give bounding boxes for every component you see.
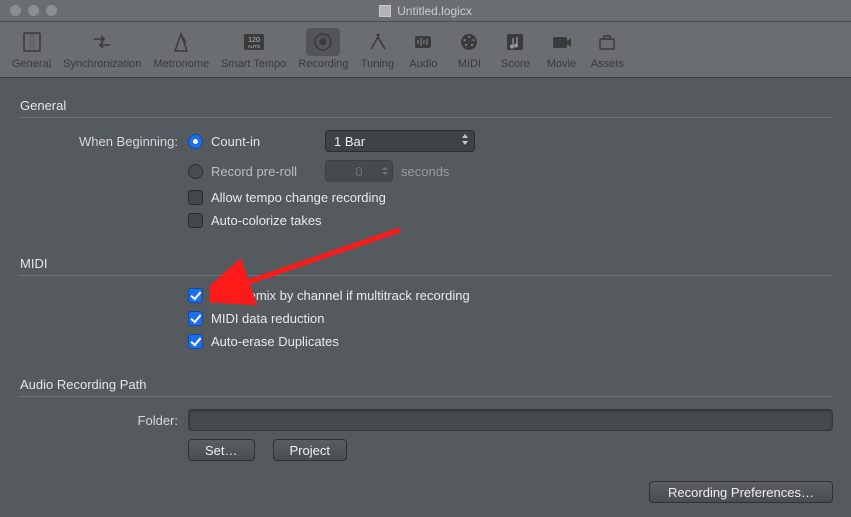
midi-reduction-checkbox[interactable]	[188, 311, 203, 326]
auto-demix-checkbox[interactable]	[188, 288, 203, 303]
tab-midi[interactable]: MIDI	[448, 26, 490, 72]
traffic-lights	[10, 5, 57, 16]
stepper-value: 0	[355, 164, 362, 179]
tab-label: Score	[501, 58, 530, 70]
folder-label: Folder:	[18, 413, 188, 428]
tab-movie[interactable]: Movie	[540, 26, 582, 72]
section-title-audio-path: Audio Recording Path	[20, 377, 831, 392]
tab-audio[interactable]: Audio	[402, 26, 444, 72]
folder-field[interactable]	[188, 409, 833, 431]
score-icon	[504, 31, 526, 53]
tab-label: Recording	[298, 58, 348, 70]
titlebar: Untitled.logicx	[0, 0, 851, 22]
set-button[interactable]: Set…	[188, 439, 255, 461]
midi-icon	[458, 31, 480, 53]
tab-label: Tuning	[361, 58, 394, 70]
pre-roll-unit: seconds	[401, 164, 449, 179]
section-title-general: General	[20, 98, 831, 113]
allow-tempo-change-checkbox[interactable]	[188, 190, 203, 205]
when-beginning-label: When Beginning:	[18, 134, 188, 149]
minimize-button[interactable]	[28, 5, 39, 16]
tab-label: Audio	[409, 58, 437, 70]
auto-erase-label: Auto-erase Duplicates	[211, 334, 339, 349]
tab-label: Metronome	[153, 58, 209, 70]
tab-label: MIDI	[458, 58, 481, 70]
pre-roll-radio[interactable]	[188, 164, 203, 179]
window-title-text: Untitled.logicx	[397, 4, 472, 18]
movie-icon	[550, 31, 572, 53]
pre-roll-stepper[interactable]: 0	[325, 160, 393, 182]
section-general: When Beginning: Count-in 1 Bar Record pr…	[18, 117, 833, 250]
tuning-icon	[366, 31, 388, 53]
section-title-midi: MIDI	[20, 256, 831, 271]
tab-metronome[interactable]: Metronome	[149, 26, 213, 72]
document-icon	[379, 5, 391, 17]
select-value: 1 Bar	[334, 134, 365, 149]
recording-preferences-button[interactable]: Recording Preferences…	[649, 481, 833, 503]
tab-label: Assets	[591, 58, 624, 70]
audio-icon	[412, 31, 434, 53]
stepper-arrows-icon	[382, 167, 388, 175]
count-in-bars-select[interactable]: 1 Bar	[325, 130, 475, 152]
tab-assets[interactable]: Assets	[586, 26, 628, 72]
zoom-button[interactable]	[46, 5, 57, 16]
recording-icon	[312, 31, 334, 53]
tab-label: Smart Tempo	[221, 58, 286, 70]
auto-colorize-checkbox[interactable]	[188, 213, 203, 228]
footer: Recording Preferences…	[0, 481, 851, 517]
close-button[interactable]	[10, 5, 21, 16]
section-audio-path: Folder: Set… Project	[18, 396, 833, 481]
tab-recording[interactable]: Recording	[294, 26, 352, 72]
tab-synchronization[interactable]: Synchronization	[59, 26, 145, 72]
tab-general[interactable]: General	[8, 26, 55, 72]
tab-label: Movie	[547, 58, 576, 70]
tab-smart-tempo[interactable]: 120AUTO Smart Tempo	[217, 26, 290, 72]
smart-tempo-icon: 120AUTO	[241, 31, 267, 53]
preferences-window: Untitled.logicx General Synchronization …	[0, 0, 851, 517]
svg-text:AUTO: AUTO	[247, 44, 260, 49]
metronome-icon	[170, 31, 192, 53]
project-button[interactable]: Project	[273, 439, 347, 461]
count-in-label: Count-in	[211, 134, 317, 149]
assets-icon	[596, 31, 618, 53]
tab-tuning[interactable]: Tuning	[356, 26, 398, 72]
general-icon	[21, 31, 43, 53]
tab-label: Synchronization	[63, 58, 141, 70]
count-in-radio[interactable]	[188, 134, 203, 149]
sync-icon	[90, 31, 114, 53]
midi-reduction-label: MIDI data reduction	[211, 311, 324, 326]
toolbar: General Synchronization Metronome 120AUT…	[0, 22, 851, 78]
auto-colorize-label: Auto-colorize takes	[211, 213, 322, 228]
tab-label: General	[12, 58, 51, 70]
pre-roll-label: Record pre-roll	[211, 164, 317, 179]
auto-erase-checkbox[interactable]	[188, 334, 203, 349]
svg-text:120: 120	[248, 37, 260, 44]
auto-demix-label: Auto demix by channel if multitrack reco…	[211, 288, 470, 303]
window-title: Untitled.logicx	[379, 4, 472, 18]
chevron-updown-icon	[462, 134, 468, 145]
tab-score[interactable]: Score	[494, 26, 536, 72]
content-area: General When Beginning: Count-in 1 Bar	[0, 78, 851, 481]
allow-tempo-change-label: Allow tempo change recording	[211, 190, 386, 205]
section-midi: Auto demix by channel if multitrack reco…	[18, 275, 833, 371]
